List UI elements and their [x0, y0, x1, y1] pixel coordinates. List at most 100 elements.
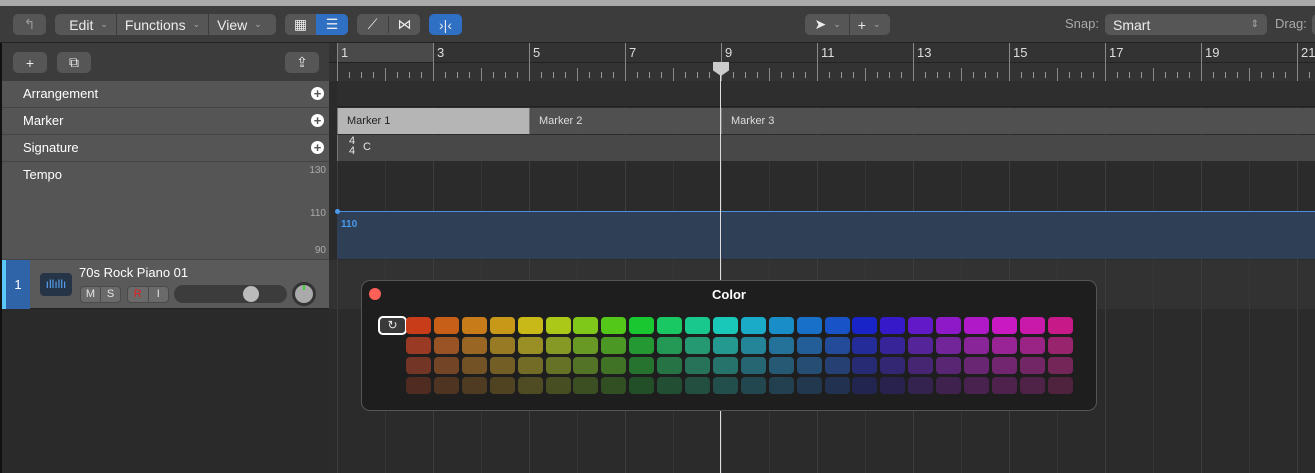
color-swatch[interactable] [1047, 317, 1073, 334]
color-swatch[interactable] [936, 357, 962, 374]
color-swatch[interactable] [796, 337, 822, 354]
color-swatch[interactable] [573, 317, 599, 334]
color-swatch[interactable] [991, 337, 1017, 354]
color-swatch[interactable] [824, 317, 850, 334]
color-swatch[interactable] [406, 317, 431, 334]
list-view-button[interactable]: ☰ [316, 14, 348, 35]
add-track-button[interactable]: + [13, 52, 47, 73]
color-swatch[interactable] [880, 357, 906, 374]
color-swatch[interactable] [657, 357, 683, 374]
color-swatch[interactable] [908, 377, 934, 394]
color-swatch[interactable] [852, 377, 878, 394]
color-swatch[interactable] [1019, 377, 1045, 394]
color-swatch[interactable] [685, 337, 710, 354]
catch-playhead-button[interactable]: ›|‹ [429, 14, 462, 35]
color-swatch[interactable] [880, 377, 906, 394]
color-swatch[interactable] [1019, 317, 1045, 334]
color-swatch[interactable] [461, 337, 487, 354]
color-swatch[interactable] [712, 317, 738, 334]
secondary-tool-menu[interactable]: + ⌄ [850, 14, 889, 35]
color-swatch[interactable] [685, 357, 710, 374]
color-swatch[interactable] [601, 377, 627, 394]
color-swatch[interactable] [685, 317, 710, 334]
color-swatch[interactable] [768, 317, 794, 334]
color-swatch[interactable] [768, 377, 794, 394]
color-swatch[interactable] [517, 337, 543, 354]
color-swatch[interactable] [685, 377, 710, 394]
signature-lane[interactable]: 44 C [337, 135, 1315, 161]
color-swatch[interactable] [740, 337, 766, 354]
color-swatch[interactable] [601, 317, 627, 334]
color-swatch[interactable] [991, 377, 1017, 394]
tempo-fill[interactable]: 110 [337, 211, 1315, 259]
color-swatch[interactable] [489, 377, 515, 394]
color-swatch[interactable] [489, 317, 515, 334]
color-swatch[interactable] [740, 317, 766, 334]
color-swatch[interactable] [740, 357, 766, 374]
color-swatch[interactable] [657, 377, 683, 394]
color-swatch[interactable] [406, 337, 431, 354]
color-swatch[interactable] [406, 377, 431, 394]
mute-button[interactable]: M [81, 287, 101, 302]
audio-waveform-icon[interactable]: ıllıllı [40, 273, 72, 296]
pointer-tool-menu[interactable]: ➤ ⌄ [806, 14, 850, 35]
crossfade-button[interactable]: ⋈ [388, 16, 420, 33]
color-swatch[interactable] [936, 377, 962, 394]
color-swatch[interactable] [908, 357, 934, 374]
color-swatch[interactable] [991, 357, 1017, 374]
color-swatch[interactable] [433, 357, 459, 374]
color-swatch[interactable] [433, 377, 459, 394]
color-swatch[interactable] [852, 317, 878, 334]
color-swatch[interactable] [964, 337, 989, 354]
duplicate-track-button[interactable]: ⧉ [57, 52, 91, 73]
color-swatch[interactable] [489, 357, 515, 374]
color-swatch[interactable] [880, 317, 906, 334]
color-swatch[interactable] [824, 337, 850, 354]
color-swatch[interactable] [545, 337, 571, 354]
color-swatch[interactable] [1019, 337, 1045, 354]
color-swatch[interactable] [433, 317, 459, 334]
color-swatch[interactable] [461, 357, 487, 374]
color-swatch[interactable] [964, 377, 989, 394]
color-swatch[interactable] [852, 357, 878, 374]
color-swatch[interactable] [629, 317, 655, 334]
ruler[interactable]: 1 3 5 7 9 11 13 15 17 19 21 [329, 43, 1315, 81]
color-swatch[interactable] [796, 317, 822, 334]
pan-knob[interactable] [292, 282, 316, 306]
global-track-tempo[interactable]: Tempo 130 110 90 [2, 162, 329, 260]
color-swatch[interactable] [768, 337, 794, 354]
color-swatch[interactable] [796, 357, 822, 374]
color-swatch[interactable] [629, 377, 655, 394]
color-swatch[interactable] [936, 337, 962, 354]
reset-color-button[interactable]: ↻ [378, 316, 407, 335]
color-swatch[interactable] [852, 337, 878, 354]
color-swatch[interactable] [796, 377, 822, 394]
color-swatch[interactable] [880, 337, 906, 354]
time-signature[interactable]: 44 [349, 136, 355, 157]
color-swatch[interactable] [824, 357, 850, 374]
marker[interactable]: Marker 1 [337, 108, 529, 134]
snap-select[interactable]: Smart ⇕ [1105, 14, 1267, 35]
key-signature[interactable]: C [363, 141, 371, 153]
functions-menu[interactable]: Functions ⌄ [117, 14, 210, 35]
tempo-point[interactable] [335, 209, 340, 214]
color-swatch[interactable] [629, 357, 655, 374]
color-swatch[interactable] [545, 357, 571, 374]
track-name[interactable]: 70s Rock Piano 01 [79, 265, 188, 280]
color-swatch[interactable] [1047, 357, 1073, 374]
color-swatch[interactable] [712, 357, 738, 374]
track-header[interactable]: 1 ıllıllı 70s Rock Piano 01 M S R I [2, 260, 329, 309]
record-enable-button[interactable]: R [128, 287, 149, 302]
grid-view-button[interactable]: ▦ [285, 14, 316, 35]
color-swatch[interactable] [1047, 377, 1073, 394]
view-menu[interactable]: View ⌄ [209, 14, 270, 35]
volume-slider-thumb[interactable] [242, 286, 259, 302]
back-button[interactable]: ↰ [13, 14, 46, 35]
color-swatch[interactable] [406, 357, 431, 374]
color-swatch[interactable] [768, 357, 794, 374]
arrangement-lane[interactable] [337, 81, 1315, 107]
color-swatch[interactable] [908, 337, 934, 354]
color-swatch[interactable] [461, 377, 487, 394]
color-swatch[interactable] [712, 377, 738, 394]
color-swatch[interactable] [517, 357, 543, 374]
